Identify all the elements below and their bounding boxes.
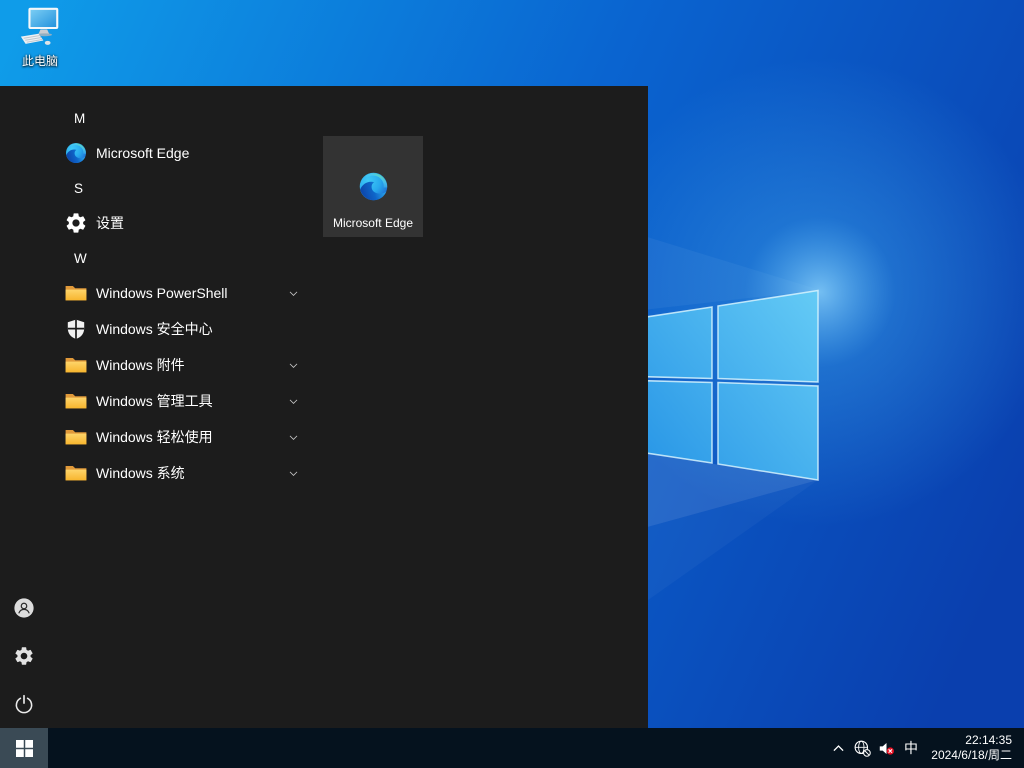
- folder-icon: [64, 281, 88, 305]
- app-label: Windows 安全中心: [96, 319, 213, 339]
- chevron-down-icon[interactable]: [287, 359, 300, 372]
- chevron-down-icon[interactable]: [287, 467, 300, 480]
- group-letter: M: [74, 111, 85, 126]
- app-label: Windows 附件: [96, 355, 185, 375]
- system-tray: 中 22:14:35 2024/6/18/周二: [826, 728, 1024, 768]
- edge-icon: [357, 170, 390, 203]
- taskbar-clock[interactable]: 22:14:35 2024/6/18/周二: [924, 728, 1024, 768]
- start-menu-rail: [0, 86, 48, 728]
- chevron-down-icon[interactable]: [287, 395, 300, 408]
- tile-label: Microsoft Edge: [333, 216, 413, 230]
- power-icon: [13, 693, 35, 715]
- network-status-button[interactable]: [850, 728, 874, 768]
- settings-rail-button[interactable]: [4, 636, 44, 676]
- power-button[interactable]: [4, 684, 44, 724]
- app-label: Windows 管理工具: [96, 391, 213, 411]
- app-label: Microsoft Edge: [96, 145, 189, 161]
- app-group-header-s[interactable]: S: [48, 171, 320, 205]
- app-folder-windows-accessories[interactable]: Windows 附件: [48, 347, 320, 383]
- tile-microsoft-edge[interactable]: Microsoft Edge: [323, 136, 423, 237]
- app-folder-windows-admin-tools[interactable]: Windows 管理工具: [48, 383, 320, 419]
- network-offline-icon: [853, 739, 872, 758]
- app-group-header-w[interactable]: W: [48, 241, 320, 275]
- folder-icon: [64, 425, 88, 449]
- app-list: M Microsoft Edge S 设置 W Windows PowerShe…: [48, 101, 320, 491]
- clock-time: 22:14:35: [965, 733, 1012, 748]
- chevron-down-icon[interactable]: [287, 287, 300, 300]
- desktop-icon-this-pc[interactable]: 此电脑: [11, 5, 69, 69]
- gear-icon: [13, 645, 35, 667]
- gear-icon: [64, 211, 88, 235]
- app-item-settings[interactable]: 设置: [48, 205, 320, 241]
- ime-indicator[interactable]: 中: [898, 728, 924, 768]
- app-label: Windows 系统: [96, 463, 185, 483]
- windows-desktop: 此电脑 M Microsoft: [0, 0, 1024, 768]
- user-icon: [13, 597, 35, 619]
- app-item-windows-security[interactable]: Windows 安全中心: [48, 311, 320, 347]
- start-button[interactable]: [0, 728, 48, 768]
- shield-icon: [64, 317, 88, 341]
- tray-expand-button[interactable]: [826, 728, 850, 768]
- desktop-icon-label: 此电脑: [22, 52, 58, 69]
- user-account-button[interactable]: [4, 588, 44, 628]
- app-item-microsoft-edge[interactable]: Microsoft Edge: [48, 135, 320, 171]
- taskbar: 中 22:14:35 2024/6/18/周二: [0, 728, 1024, 768]
- monitor-pc-icon: [17, 5, 63, 51]
- app-label: Windows PowerShell: [96, 285, 228, 301]
- group-letter: W: [74, 251, 87, 266]
- folder-icon: [64, 461, 88, 485]
- chevron-up-icon: [830, 740, 847, 757]
- app-folder-windows-powershell[interactable]: Windows PowerShell: [48, 275, 320, 311]
- folder-icon: [64, 353, 88, 377]
- app-label: Windows 轻松使用: [96, 427, 213, 447]
- expand-menu-button[interactable]: [4, 96, 44, 136]
- folder-icon: [64, 389, 88, 413]
- windows-logo-icon: [16, 740, 33, 757]
- app-label: 设置: [96, 213, 124, 233]
- volume-mute-icon: [877, 739, 896, 758]
- group-letter: S: [74, 181, 83, 196]
- start-menu: M Microsoft Edge S 设置 W Windows PowerShe…: [0, 86, 648, 728]
- app-folder-windows-ease-of-access[interactable]: Windows 轻松使用: [48, 419, 320, 455]
- clock-date: 2024/6/18/周二: [931, 748, 1012, 763]
- edge-icon: [64, 141, 88, 165]
- volume-button[interactable]: [874, 728, 898, 768]
- app-folder-windows-system[interactable]: Windows 系统: [48, 455, 320, 491]
- app-group-header-m[interactable]: M: [48, 101, 320, 135]
- chevron-down-icon[interactable]: [287, 431, 300, 444]
